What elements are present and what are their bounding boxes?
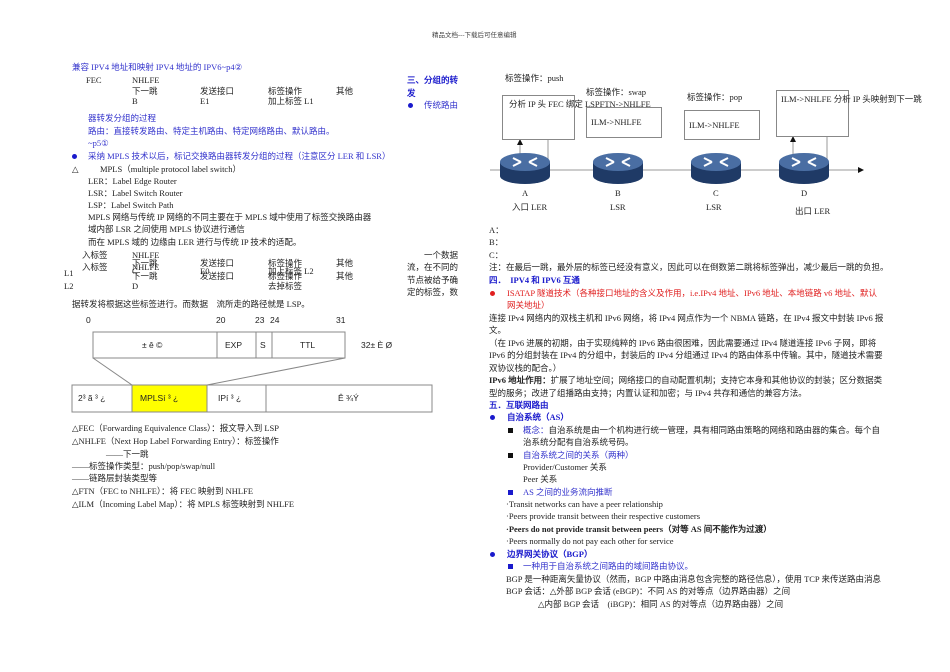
text-line: Peer 关系 bbox=[523, 474, 558, 484]
text-line: IPv6 的分组封装在 IPv4 的分组中，封装后的 IPv4 分组通过 IPv… bbox=[489, 350, 883, 360]
bullet-icon bbox=[490, 552, 495, 557]
square-bullet-icon bbox=[508, 564, 513, 569]
text-line: Provider/Customer 关系 bbox=[523, 462, 607, 472]
node-label: B bbox=[615, 188, 621, 198]
text-line: 治系统分配有自治系统号码。 bbox=[523, 437, 634, 447]
bullet-icon bbox=[490, 291, 495, 296]
bullet-text: ISATAP 隧道技术（各种接口地址的含义及作用，i.e.IPv4 地址、IPv… bbox=[507, 288, 877, 298]
text-line: BGP 是一种距离矢量协议（然而，BGP 中路由消息包含完整的路径信息），使用 … bbox=[506, 574, 881, 584]
routers bbox=[499, 152, 830, 185]
text-line: （在 IPv6 进展的初期，由于实现纯粹的 IPv6 路由很困难，因此需要通过 … bbox=[489, 338, 877, 348]
text-line: 注：在最后一跳，最外层的标签已经没有意义，因此可以在倒数第二跳将标签弹出，减少最… bbox=[489, 262, 889, 272]
router-icon bbox=[592, 152, 644, 185]
section-heading: 四． IPV4 和 IPV6 互通 bbox=[489, 275, 580, 285]
text-line: 扩展了地址空间；网络接口的自动配置机制；支持它本身和其他协议的封装；区分数据类 bbox=[550, 375, 883, 385]
text-line: A： bbox=[489, 225, 504, 235]
router-icon bbox=[690, 152, 742, 185]
node-role: 出口 LER bbox=[795, 206, 831, 216]
router-icon bbox=[499, 152, 551, 185]
bullet-text: AS 之间的业务流向推断 bbox=[523, 487, 613, 497]
bullet-text: 一种用于自治系统之间路由的域间路由协议。 bbox=[523, 561, 694, 571]
text-line: 双协议栈的配合。） bbox=[489, 363, 562, 373]
node-role: 入口 LER bbox=[512, 202, 548, 212]
bullet-text: 网关地址） bbox=[507, 300, 550, 310]
text-line: △内部 BGP 会话 (iBGP)：相同 AS 的对等点（边界路由器）之间 bbox=[538, 599, 784, 609]
text-line: BGP 会话：△外部 BGP 会话 (eBGP)：不同 AS 的对等点（边界路由… bbox=[506, 586, 791, 596]
section-heading: 五．互联网路由 bbox=[489, 400, 549, 410]
node-role: LSR bbox=[706, 202, 722, 212]
router-icon bbox=[778, 152, 830, 185]
node-role: LSR bbox=[610, 202, 626, 212]
label: 概念： bbox=[523, 425, 549, 435]
text-line: 连接 IPv4 网络内的双栈主机和 IPv6 网络，将 IPv4 网点作为一个 … bbox=[489, 313, 884, 323]
bullet-icon bbox=[490, 415, 495, 420]
bullet-text: 自治系统（AS） bbox=[507, 412, 569, 422]
text-line: 型的服务；改进了组播路由支持；内置认证和加密；与 IPv4 共存和通信的兼容方法… bbox=[489, 388, 807, 398]
text-line: C： bbox=[489, 250, 504, 260]
node-label: D bbox=[801, 188, 808, 198]
text-line: 自治系统是由一个机构进行统一管理，具有相同路由策略的网络和路由器的集合。每个自 bbox=[548, 425, 881, 435]
bullet-text: 边界网关协议（BGP） bbox=[507, 549, 593, 559]
square-bullet-icon bbox=[508, 490, 513, 495]
node-label: C bbox=[713, 188, 719, 198]
text-line: ·Peers do not provide transit between pe… bbox=[506, 524, 772, 534]
text-line: ·Transit networks can have a peer relati… bbox=[506, 499, 663, 509]
node-label: A bbox=[522, 188, 529, 198]
text-line: ·Peers normally do not pay each other fo… bbox=[506, 536, 674, 546]
text-line: B： bbox=[489, 237, 504, 247]
square-bullet-icon bbox=[508, 428, 513, 433]
text-line: ·Peers provide transit between their res… bbox=[506, 511, 701, 521]
label: IPv6 地址作用： bbox=[489, 375, 551, 385]
text-line: 文。 bbox=[489, 325, 507, 335]
square-bullet-icon bbox=[508, 453, 513, 458]
bullet-text: 自治系统之间的关系（两种） bbox=[523, 450, 634, 460]
